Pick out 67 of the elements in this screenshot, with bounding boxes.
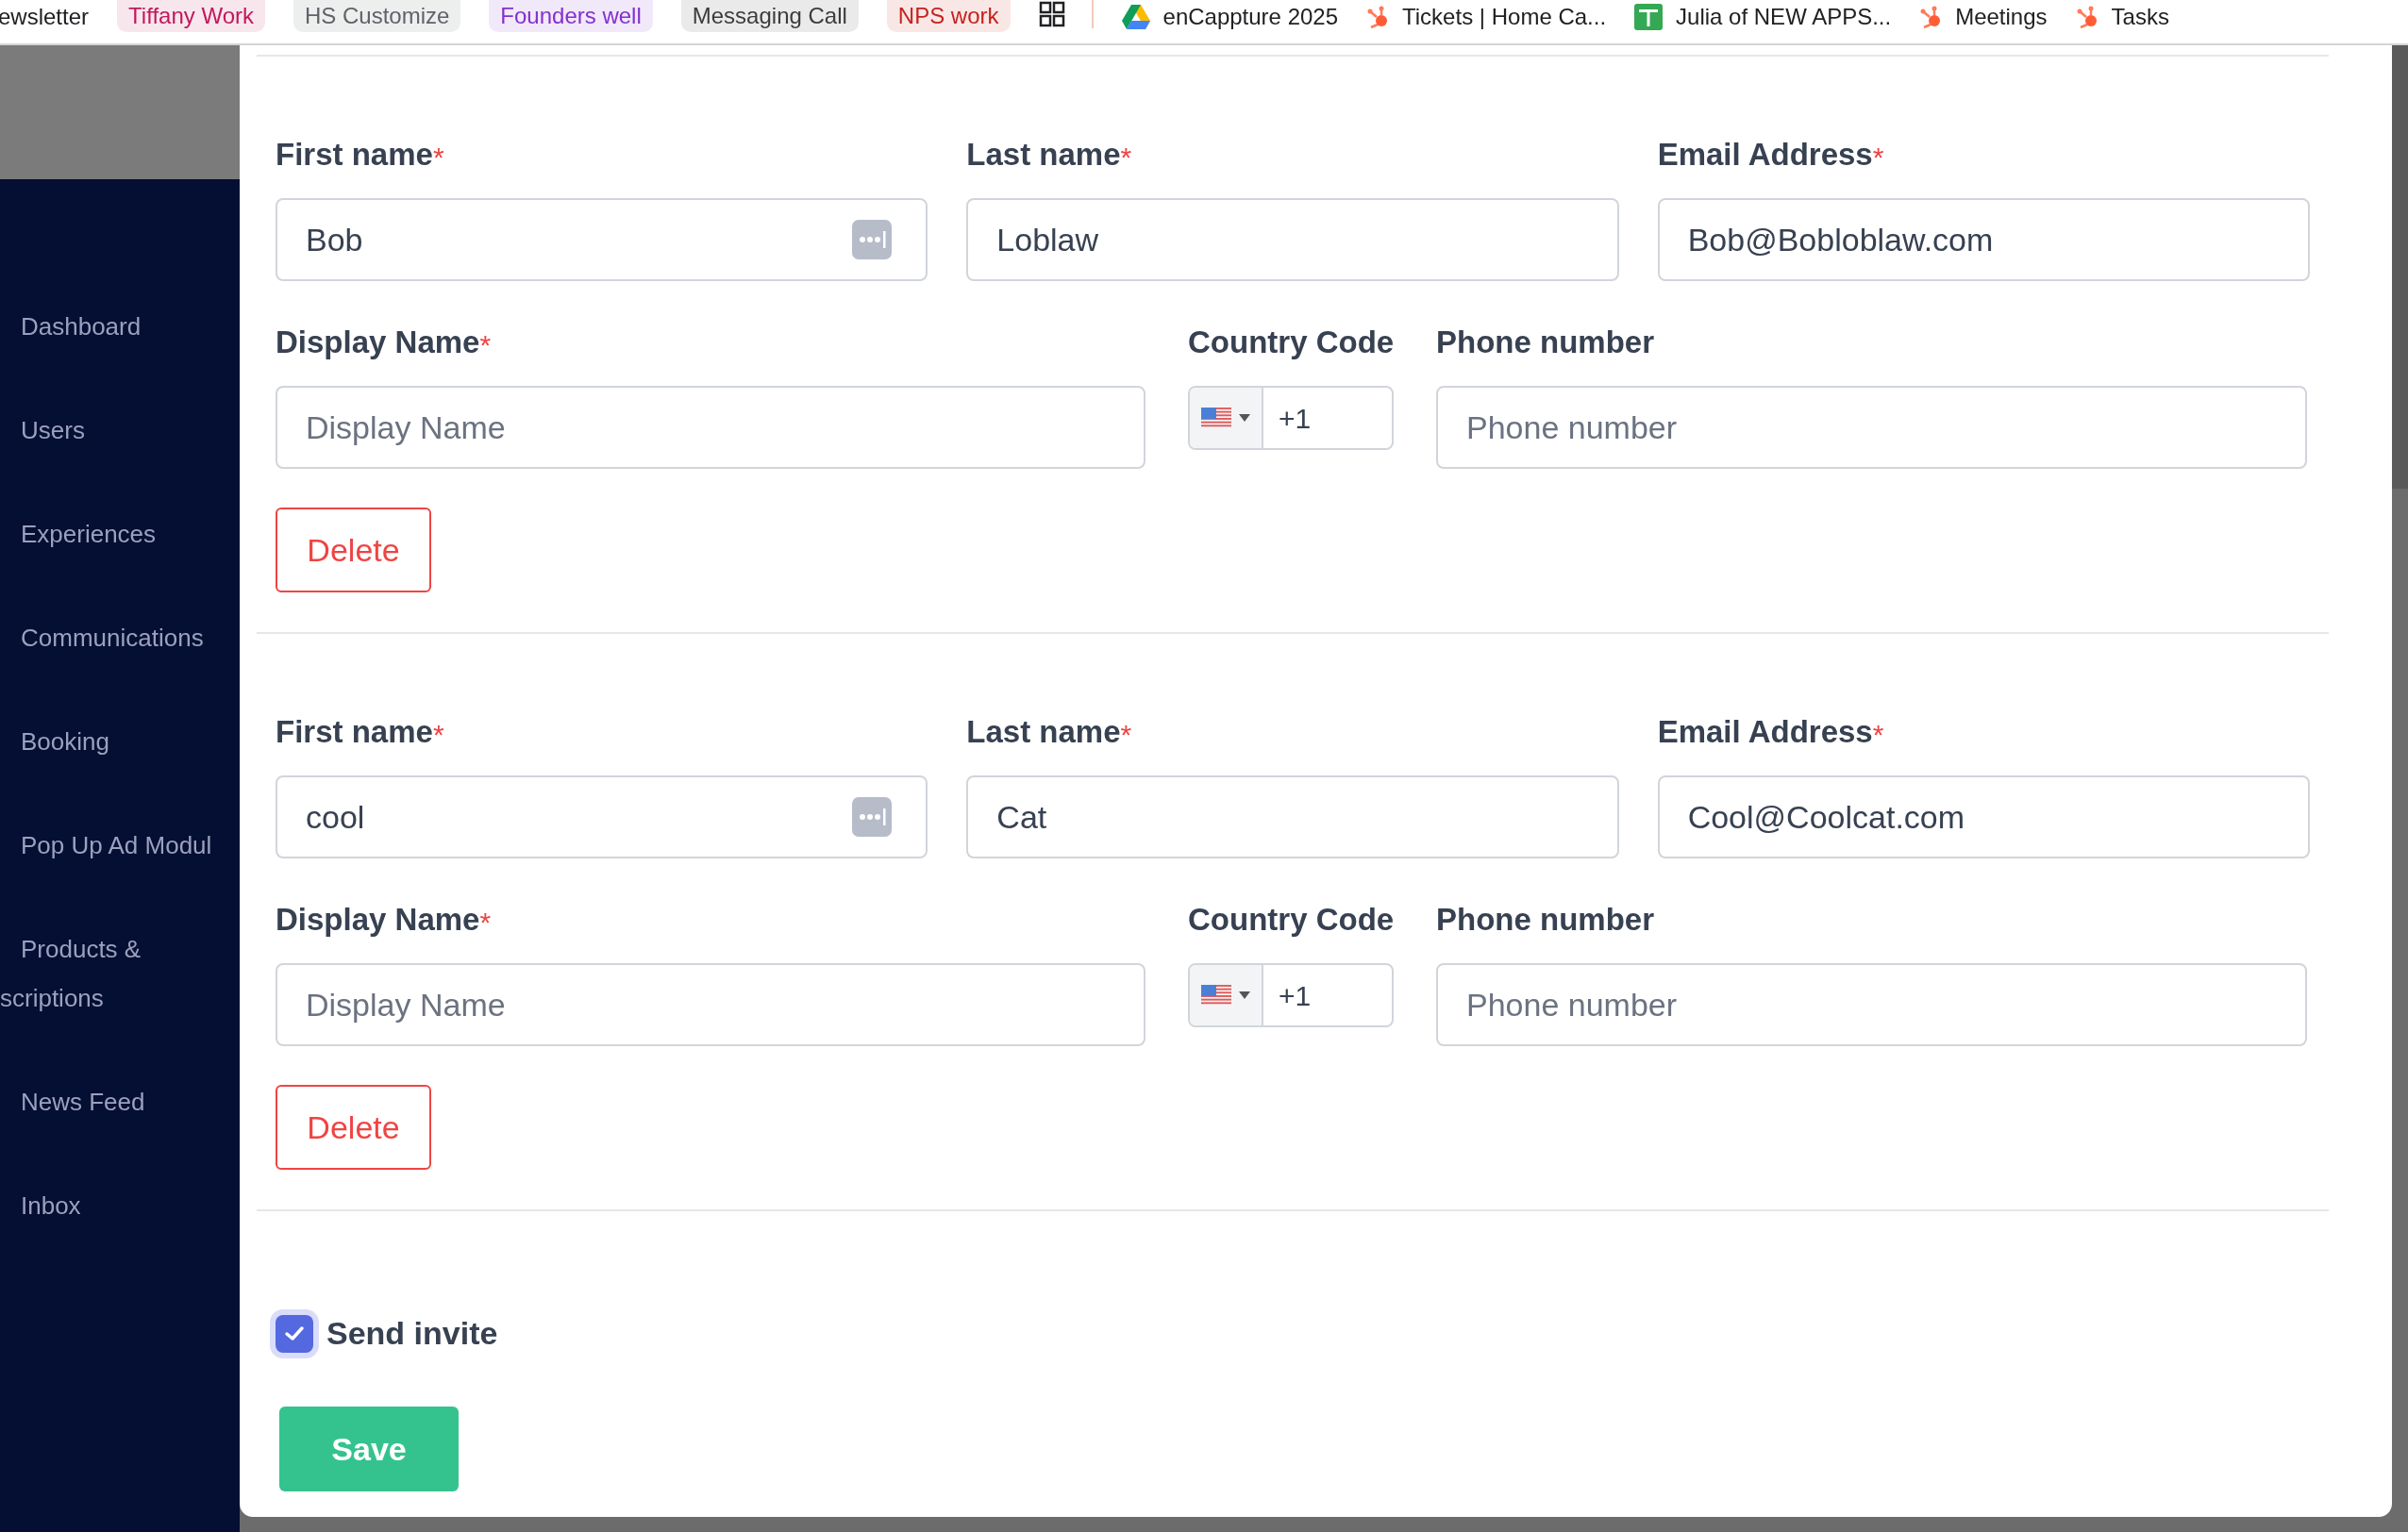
text-field[interactable]: Bob@Bobloblaw.com bbox=[1657, 198, 2310, 281]
bookmark-link[interactable]: Julia of NEW APPS... bbox=[1634, 0, 1892, 34]
field-label: Phone number bbox=[1436, 901, 1655, 940]
field-label: Last name bbox=[966, 136, 1121, 175]
caret-icon bbox=[1239, 414, 1250, 422]
flag-icon bbox=[1201, 985, 1231, 1006]
field-label: Display Name bbox=[276, 324, 480, 362]
sidebar-item[interactable]: scriptions bbox=[0, 974, 240, 1023]
bookmark-link[interactable]: Founders well bbox=[489, 0, 653, 32]
apps-grid-icon[interactable] bbox=[1038, 1, 1065, 27]
text-field[interactable]: Bob bbox=[276, 198, 928, 281]
field-label: Country Code bbox=[1188, 324, 1395, 362]
country-code-field[interactable]: +1 bbox=[1188, 386, 1394, 450]
required-asterisk: * bbox=[432, 718, 444, 752]
country-code-field[interactable]: +1 bbox=[1188, 963, 1394, 1027]
field-label: Phone number bbox=[1436, 324, 1655, 362]
bookmark-link[interactable]: Messaging Call bbox=[680, 0, 859, 32]
bookmark-link[interactable]: NPS work bbox=[886, 0, 1011, 32]
check-icon bbox=[284, 1324, 305, 1342]
required-asterisk: * bbox=[1872, 141, 1884, 175]
flag-icon bbox=[1201, 408, 1231, 428]
sidebar-item[interactable]: Pop Up Ad Modul bbox=[21, 821, 240, 870]
caret-icon bbox=[1239, 991, 1250, 999]
checkbox-label: Send invite bbox=[326, 1314, 498, 1353]
flag-dropdown[interactable] bbox=[1190, 388, 1263, 448]
required-asterisk: * bbox=[1120, 141, 1132, 175]
sidebar-item[interactable]: Experiences bbox=[21, 509, 240, 558]
triangle-logo-icon bbox=[1121, 5, 1150, 29]
field-label: Email Address bbox=[1657, 713, 1873, 752]
flag-dropdown[interactable] bbox=[1190, 965, 1263, 1025]
sidebar-item[interactable]: Users bbox=[21, 406, 240, 455]
field-label: Country Code bbox=[1188, 901, 1395, 940]
bookmark-link[interactable]: Meetings bbox=[1919, 0, 2048, 34]
text-field[interactable]: Loblaw bbox=[966, 198, 1619, 281]
bookmark-link[interactable]: Tickets | Home Ca... bbox=[1366, 0, 1607, 34]
autofill-key-icon[interactable] bbox=[852, 797, 893, 837]
text-field[interactable]: Display Name bbox=[276, 963, 1145, 1046]
sidebar-item[interactable]: Inbox bbox=[21, 1181, 240, 1230]
bookmark-link[interactable]: Tiffany Work bbox=[117, 0, 265, 32]
required-asterisk: * bbox=[479, 328, 492, 362]
sidebar-item[interactable]: Dashboard bbox=[21, 302, 240, 351]
bookmark-link[interactable]: enCappture 2025 bbox=[1121, 0, 1338, 34]
sidebar-item[interactable]: News Feed bbox=[21, 1077, 240, 1126]
autofill-key-icon[interactable] bbox=[852, 220, 893, 259]
sidebar-item[interactable]: Booking bbox=[21, 717, 240, 766]
bookmark-link[interactable]: Tasks bbox=[2075, 0, 2169, 34]
text-field[interactable]: Display Name bbox=[276, 386, 1145, 469]
delete-button[interactable]: Delete bbox=[276, 1085, 431, 1170]
required-asterisk: * bbox=[432, 141, 444, 175]
field-label: Last name bbox=[966, 713, 1121, 752]
text-field[interactable]: cool bbox=[276, 775, 928, 858]
field-label: Display Name bbox=[276, 901, 480, 940]
field-label: First name bbox=[276, 713, 433, 752]
text-field[interactable]: Phone number bbox=[1436, 963, 2307, 1046]
required-asterisk: * bbox=[479, 906, 492, 940]
field-label: Email Address bbox=[1657, 136, 1873, 175]
required-asterisk: * bbox=[1872, 718, 1884, 752]
delete-button[interactable]: Delete bbox=[276, 508, 431, 592]
spreadsheet-icon bbox=[1634, 4, 1664, 30]
field-label: First name bbox=[276, 136, 433, 175]
sidebar-item[interactable]: Communications bbox=[21, 613, 240, 662]
sidebar-item[interactable]: Products & bbox=[21, 924, 240, 974]
text-field[interactable]: Cool@Coolcat.com bbox=[1657, 775, 2310, 858]
text-field[interactable]: Cat bbox=[966, 775, 1619, 858]
text-field[interactable]: Phone number bbox=[1436, 386, 2307, 469]
bookmark-link[interactable]: HS Customize bbox=[293, 0, 461, 32]
required-asterisk: * bbox=[1120, 718, 1132, 752]
